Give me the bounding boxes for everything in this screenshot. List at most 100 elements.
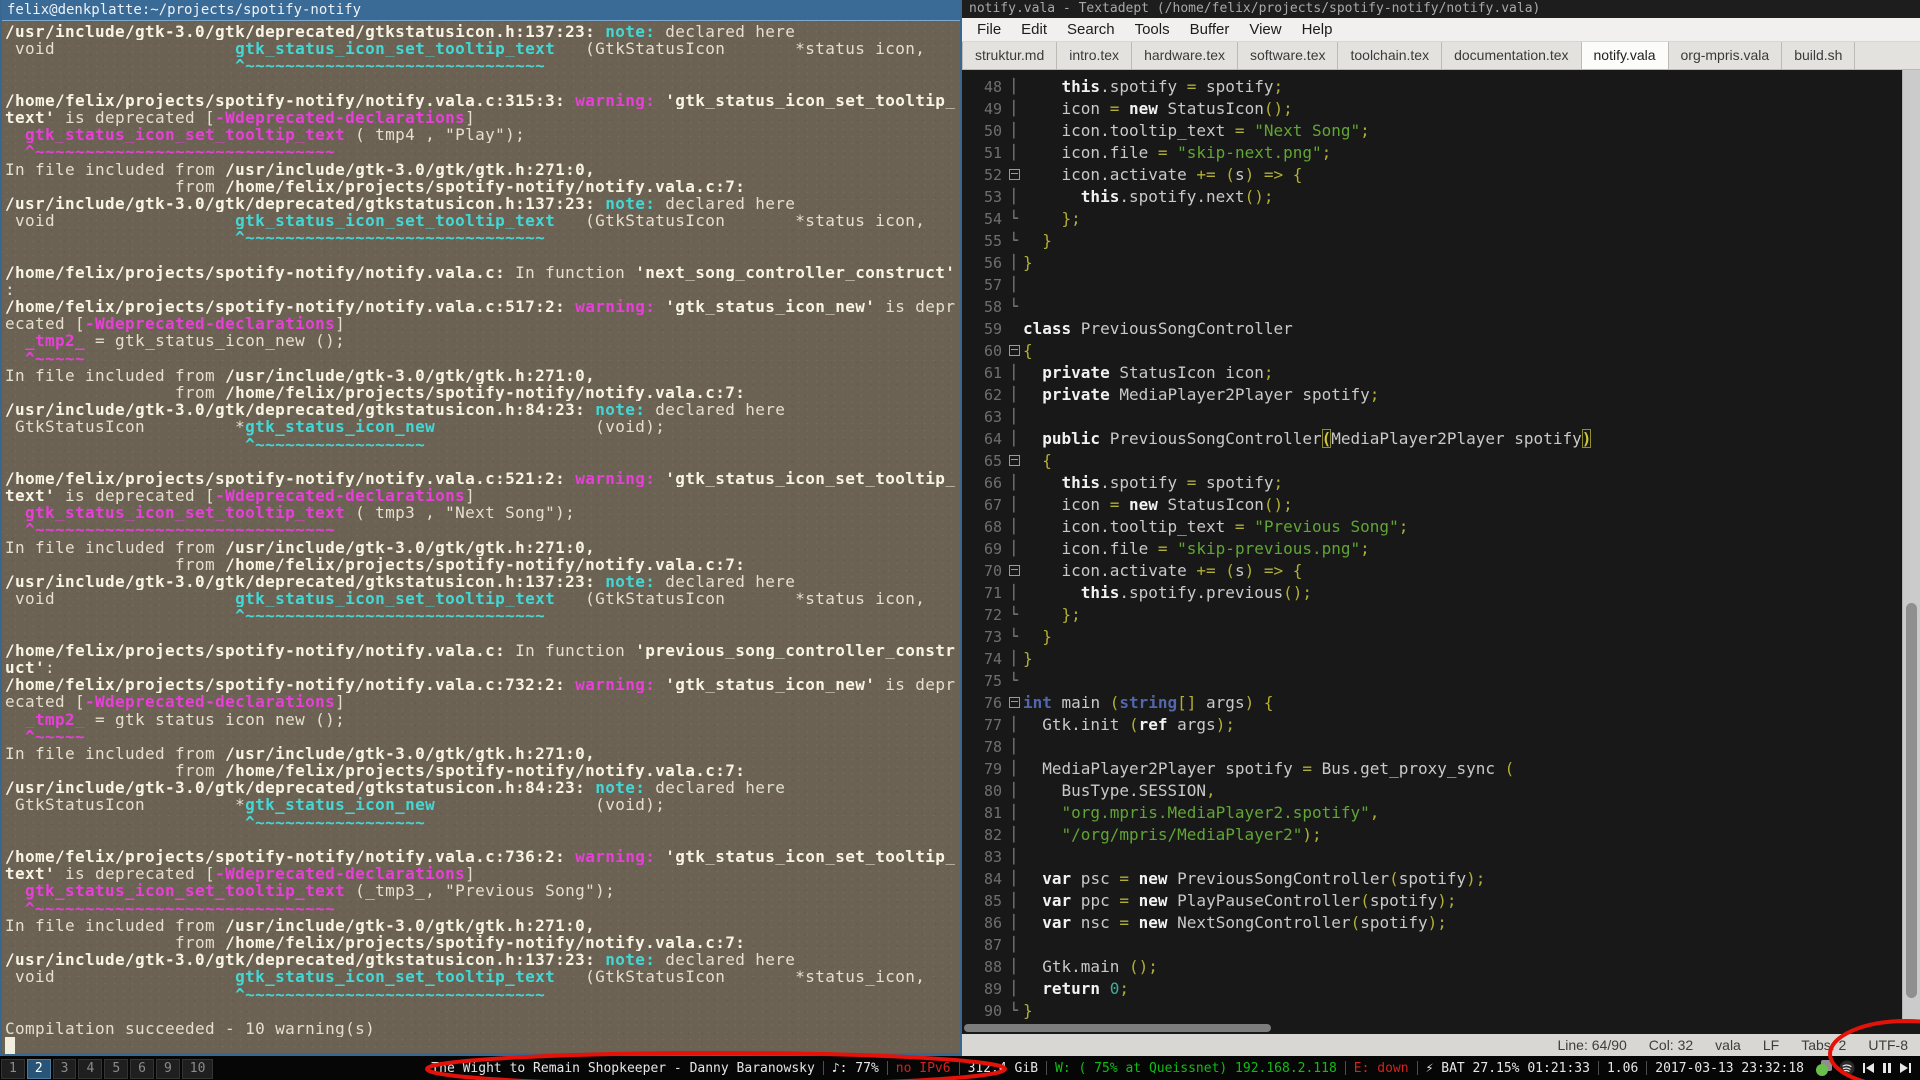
fold-margin[interactable]: └ xyxy=(1005,1000,1023,1022)
workspace-button-3[interactable]: 3 xyxy=(52,1058,77,1079)
menu-search[interactable]: Search xyxy=(1057,21,1125,38)
fold-margin[interactable]: │ xyxy=(1005,472,1023,494)
fold-margin[interactable] xyxy=(1005,560,1023,582)
fold-margin[interactable]: │ xyxy=(1005,428,1023,450)
code-line: 67 │ icon = new StatusIcon(); xyxy=(962,494,1902,516)
menu-view[interactable]: View xyxy=(1239,21,1291,38)
tab-build.sh[interactable]: build.sh xyxy=(1782,42,1856,70)
fold-margin[interactable]: │ xyxy=(1005,538,1023,560)
code-area[interactable]: 48 │ this.spotify = spotify; 49 │ icon = ne… xyxy=(962,70,1902,1022)
workspace-button-6[interactable]: 6 xyxy=(130,1058,154,1079)
tab-intro.tex[interactable]: intro.tex xyxy=(1057,42,1133,70)
fold-margin[interactable]: │ xyxy=(1005,824,1023,846)
fold-margin[interactable]: │ xyxy=(1005,362,1023,384)
tab-notify.vala[interactable]: notify.vala xyxy=(1581,42,1669,70)
code-line: 66 │ this.spotify = spotify; xyxy=(962,472,1902,494)
terminal-line: In file included from /usr/include/gtk-3… xyxy=(5,916,596,934)
spotify-tray-icon[interactable] xyxy=(1839,1060,1855,1076)
fold-margin[interactable]: │ xyxy=(1005,978,1023,1000)
tab-hardware.tex[interactable]: hardware.tex xyxy=(1132,42,1238,70)
fold-margin[interactable]: │ xyxy=(1005,758,1023,780)
menu-tools[interactable]: Tools xyxy=(1125,21,1180,38)
terminal-line: from /home/felix/projects/spotify-notify… xyxy=(5,762,746,780)
tab-toolchain.tex[interactable]: toolchain.tex xyxy=(1338,42,1443,70)
workspace-button-1[interactable]: 1 xyxy=(1,1058,25,1079)
fold-margin[interactable]: └ xyxy=(1005,230,1023,252)
media-pause-icon[interactable] xyxy=(1882,1062,1892,1074)
fold-margin[interactable] xyxy=(1005,340,1023,362)
fold-margin[interactable]: └ xyxy=(1005,208,1023,230)
fold-margin[interactable]: │ xyxy=(1005,186,1023,208)
media-next-icon[interactable] xyxy=(1899,1062,1912,1074)
fold-margin[interactable]: │ xyxy=(1005,912,1023,934)
tab-struktur.md[interactable]: struktur.md xyxy=(962,42,1058,70)
fold-margin[interactable]: │ xyxy=(1005,736,1023,758)
fold-margin[interactable]: │ xyxy=(1005,516,1023,538)
fold-margin[interactable]: │ xyxy=(1005,406,1023,428)
fold-margin[interactable]: └ xyxy=(1005,626,1023,648)
line-number: 80 xyxy=(983,782,1002,801)
fold-margin[interactable]: │ xyxy=(1005,890,1023,912)
fold-margin[interactable]: └ xyxy=(1005,670,1023,692)
fold-margin[interactable]: │ xyxy=(1005,714,1023,736)
vertical-scrollbar[interactable] xyxy=(1902,70,1920,1023)
terminal-titlebar[interactable]: felix@denkplatte:~/projects/spotify-noti… xyxy=(2,0,960,21)
terminal-output[interactable]: /usr/include/gtk-3.0/gtk/deprecated/gtks… xyxy=(2,21,960,1055)
fold-margin[interactable]: │ xyxy=(1005,648,1023,670)
fold-margin[interactable]: │ xyxy=(1005,868,1023,890)
line-number: 74 xyxy=(983,650,1002,669)
textadept-titlebar[interactable]: notify.vala - Textadept (/home/felix/pro… xyxy=(962,0,1920,18)
fold-margin[interactable]: │ xyxy=(1005,384,1023,406)
line-number: 68 xyxy=(983,518,1002,537)
workspace-button-2[interactable]: 2 xyxy=(26,1058,51,1079)
horizontal-scrollbar[interactable] xyxy=(962,1022,1920,1034)
menu-file[interactable]: File xyxy=(967,21,1011,38)
fold-margin[interactable]: │ xyxy=(1005,274,1023,296)
menu-edit[interactable]: Edit xyxy=(1011,21,1057,38)
tab-org-mpris.vala[interactable]: org-mpris.vala xyxy=(1669,42,1783,70)
fold-margin[interactable]: │ xyxy=(1005,846,1023,868)
fold-margin[interactable]: │ xyxy=(1005,120,1023,142)
fold-margin[interactable]: │ xyxy=(1005,252,1023,274)
terminal-line: ^~~~~~~~~~~~~~~~~~ xyxy=(245,813,426,831)
workspace-button-10[interactable]: 10 xyxy=(181,1058,214,1079)
media-previous-icon[interactable] xyxy=(1862,1062,1875,1074)
fold-margin[interactable]: │ xyxy=(1005,98,1023,120)
fold-margin[interactable]: │ xyxy=(1005,802,1023,824)
horizontal-scrollbar-thumb[interactable] xyxy=(964,1024,1271,1033)
green-dot-tray-icon[interactable] xyxy=(1816,1060,1832,1076)
line-number: 82 xyxy=(983,826,1002,845)
terminal-window[interactable]: felix@denkplatte:~/projects/spotify-noti… xyxy=(0,0,960,1056)
fold-margin[interactable]: │ xyxy=(1005,582,1023,604)
workspace-button-5[interactable]: 5 xyxy=(104,1058,129,1079)
terminal-line: void gtk_status_icon_set_tooltip_text (G… xyxy=(5,212,926,230)
tab-software.tex[interactable]: software.tex xyxy=(1238,42,1339,70)
fold-margin[interactable]: └ xyxy=(1005,604,1023,626)
statusbar-encoding: UTF-8 xyxy=(1868,1036,1908,1053)
code-line: 56 │} xyxy=(962,252,1902,274)
fold-margin[interactable] xyxy=(1005,318,1023,340)
fold-margin[interactable] xyxy=(1005,164,1023,186)
menu-help[interactable]: Help xyxy=(1292,21,1343,38)
vertical-scrollbar-thumb[interactable] xyxy=(1906,603,1917,999)
terminal-line: In file included from /usr/include/gtk-3… xyxy=(5,744,596,763)
line-number: 59 xyxy=(983,320,1002,339)
menu-buffer[interactable]: Buffer xyxy=(1180,21,1240,38)
fold-margin[interactable]: │ xyxy=(1005,494,1023,516)
fold-margin[interactable]: └ xyxy=(1005,296,1023,318)
line-number: 65 xyxy=(983,452,1002,471)
code-line: 63 │ xyxy=(962,406,1902,428)
code-text: this.spotify = spotify; xyxy=(1061,473,1284,493)
fold-margin[interactable]: │ xyxy=(1005,76,1023,98)
tab-documentation.tex[interactable]: documentation.tex xyxy=(1442,42,1582,70)
fold-margin[interactable]: │ xyxy=(1005,934,1023,956)
fold-margin[interactable]: │ xyxy=(1005,780,1023,802)
fold-margin[interactable]: │ xyxy=(1005,142,1023,164)
line-number: 60 xyxy=(983,342,1002,361)
workspace-button-9[interactable]: 9 xyxy=(155,1058,180,1079)
fold-margin[interactable] xyxy=(1005,692,1023,714)
fold-margin[interactable] xyxy=(1005,450,1023,472)
textadept-window[interactable]: notify.vala - Textadept (/home/felix/pro… xyxy=(960,0,1920,1056)
fold-margin[interactable]: │ xyxy=(1005,956,1023,978)
workspace-button-4[interactable]: 4 xyxy=(78,1058,103,1079)
